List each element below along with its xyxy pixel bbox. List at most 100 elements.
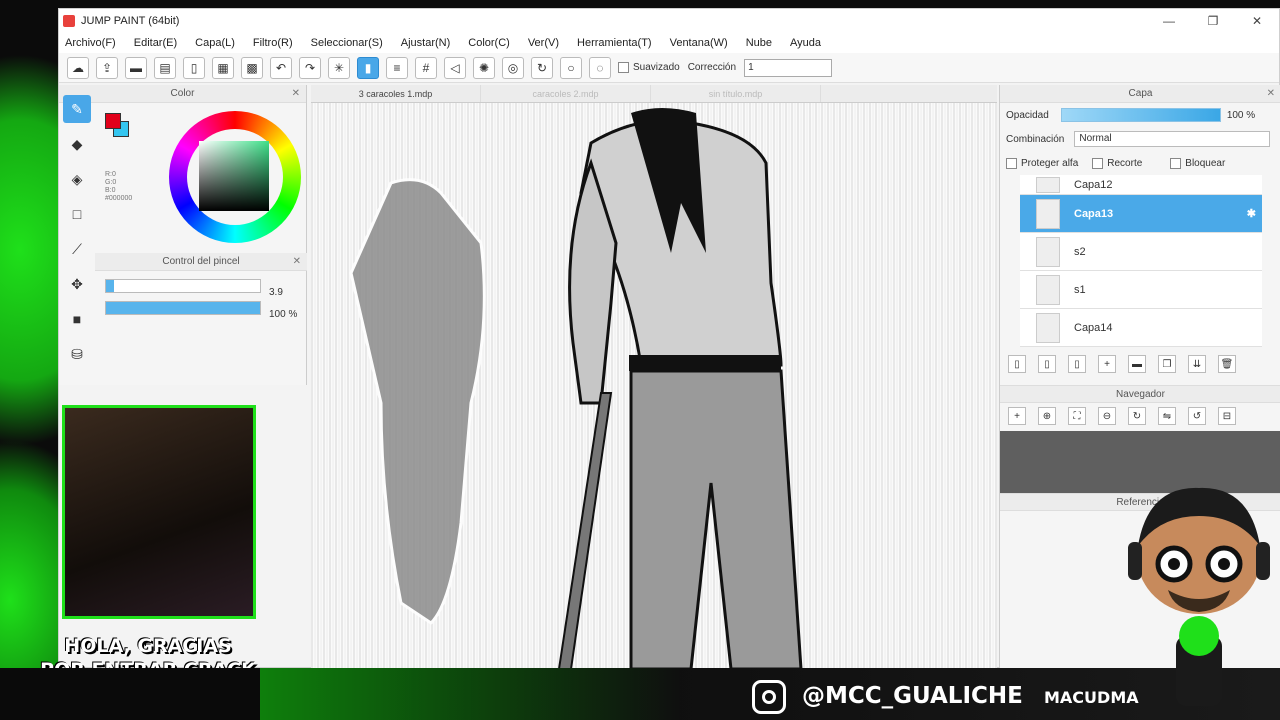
menu-herramienta[interactable]: Herramienta(T) — [577, 37, 652, 49]
folder-icon[interactable]: ▬ — [1128, 355, 1146, 373]
snap-off-icon[interactable]: ▮ — [357, 56, 379, 79]
blend-mode-select[interactable]: Normal — [1074, 131, 1271, 147]
fill-icon[interactable]: ◈ — [63, 165, 91, 193]
clip-checkbox[interactable] — [1092, 157, 1104, 169]
trash-icon[interactable]: 🗑 — [1218, 355, 1236, 373]
panel-icon[interactable]: ▤ — [154, 56, 176, 79]
loading-icon[interactable]: ✳ — [328, 56, 350, 79]
layer-item[interactable]: s2 — [1020, 233, 1262, 271]
tab-document-3[interactable]: sin título.mdp — [651, 85, 821, 102]
page-icon[interactable]: ▯ — [183, 56, 205, 79]
layer-item[interactable]: Capa14 — [1020, 309, 1262, 347]
fit-icon[interactable]: ⛶ — [1068, 407, 1086, 425]
snap-ellipse-icon[interactable]: ○ — [560, 56, 582, 79]
menu-capa[interactable]: Capa(L) — [195, 37, 235, 49]
rotate-reset-icon[interactable]: ↺ — [1188, 407, 1206, 425]
zoom-out-icon[interactable]: ⊖ — [1098, 407, 1116, 425]
zoom-in-icon[interactable]: ⊕ — [1038, 407, 1056, 425]
manga-artwork[interactable] — [311, 103, 997, 669]
suavizado-checkbox[interactable] — [618, 62, 629, 73]
layer-thumbnail — [1036, 312, 1060, 343]
move-icon[interactable]: ✥ — [63, 270, 91, 298]
cloud-icon[interactable]: ☁ — [67, 56, 89, 79]
grid-icon[interactable]: ▩ — [241, 56, 263, 79]
blend-label: Combinación — [1006, 133, 1065, 145]
merge-icon[interactable]: ⇊ — [1188, 355, 1206, 373]
tab-document-1[interactable]: 3 caracoles 1.mdp — [311, 85, 481, 102]
instagram-handle: @MCC_GUALICHE — [802, 683, 1023, 709]
correccion-input[interactable]: 1 — [744, 58, 833, 77]
snap-circle-icon[interactable]: ◎ — [502, 56, 524, 79]
zoom-in-icon[interactable]: + — [1008, 407, 1026, 425]
redo-icon[interactable]: ↷ — [299, 56, 321, 79]
brush-size-slider[interactable] — [105, 279, 261, 293]
export-icon[interactable]: ⇪ — [96, 56, 118, 79]
tab-document-2[interactable]: caracoles 2.mdp — [481, 85, 651, 102]
correccion-label: Corrección — [687, 62, 737, 73]
speech-bubble-icon[interactable]: ▬ — [125, 56, 147, 79]
layer-item-selected[interactable]: Capa13 ✱ — [1020, 195, 1262, 233]
minimize-button[interactable]: — — [1147, 14, 1191, 28]
lock-checkbox[interactable] — [1170, 157, 1182, 169]
layer-item[interactable]: s1 — [1020, 271, 1262, 309]
navigator-preview[interactable] — [1000, 431, 1280, 493]
snap-vanish-icon[interactable]: ◁ — [444, 56, 466, 79]
brush-control-panel: Control del pincel ✕ 3.9 100 % — [95, 253, 307, 320]
snap-grid-icon[interactable]: # — [415, 56, 437, 79]
close-button[interactable]: ✕ — [1235, 14, 1279, 28]
brush-panel-title: Control del pincel ✕ — [95, 253, 307, 271]
navigator-buttons: + ⊕ ⛶ ⊖ ↻ ⇋ ↺ ⊟ — [1000, 403, 1280, 431]
layer-item[interactable]: Capa12 — [1020, 175, 1262, 195]
menu-editar[interactable]: Editar(E) — [134, 37, 177, 49]
close-icon[interactable]: ✕ — [293, 256, 301, 267]
snap-concentric-icon[interactable]: ◌ — [589, 56, 611, 79]
foreground-color-swatch[interactable] — [105, 113, 121, 129]
menu-filtro[interactable]: Filtro(R) — [253, 37, 293, 49]
lock-icon[interactable]: ⊟ — [1218, 407, 1236, 425]
tool-palette: ✎ ◆ ◈ □ ⟋ ✥ ■ ⛁ — [63, 95, 91, 375]
pen-icon[interactable]: ✎ — [63, 95, 91, 123]
menu-archivo[interactable]: Archivo(F) — [65, 37, 116, 49]
undo-icon[interactable]: ↶ — [270, 56, 292, 79]
brush-opacity-slider[interactable] — [105, 301, 261, 315]
instagram-icon — [752, 680, 786, 714]
opacity-row: Opacidad 100 % — [1000, 103, 1280, 127]
snap-parallel-icon[interactable]: ≡ — [386, 56, 408, 79]
menu-seleccionar[interactable]: Seleccionar(S) — [311, 37, 383, 49]
menu-ventana[interactable]: Ventana(W) — [670, 37, 728, 49]
close-icon[interactable]: ✕ — [292, 88, 300, 99]
rotate-icon[interactable]: ↻ — [1128, 407, 1146, 425]
protect-alpha-checkbox[interactable] — [1006, 157, 1017, 169]
canvas-area[interactable]: 3 caracoles 1.mdp caracoles 2.mdp sin tí… — [311, 85, 997, 669]
opacity-label: Opacidad — [1006, 109, 1049, 121]
layer-opacity-slider[interactable] — [1060, 108, 1221, 122]
new-layer-8bit-icon[interactable]: ▯ — [1038, 355, 1056, 373]
menu-color[interactable]: Color(C) — [468, 37, 510, 49]
eraser-icon[interactable]: ◆ — [63, 130, 91, 158]
menu-ayuda[interactable]: Ayuda — [790, 37, 821, 49]
saturation-square[interactable] — [199, 141, 269, 211]
menu-nube[interactable]: Nube — [746, 37, 772, 49]
rectangle-icon[interactable]: □ — [63, 200, 91, 228]
brush-icon[interactable]: ⟋ — [63, 235, 91, 263]
color-wheel[interactable] — [169, 111, 301, 243]
layer-options-row: Proteger alfa Recorte Bloquear — [1000, 151, 1280, 175]
duplicate-icon[interactable]: ❐ — [1158, 355, 1176, 373]
gear-icon[interactable]: ✱ — [1247, 207, 1256, 220]
restore-button[interactable]: ❐ — [1191, 14, 1235, 28]
snap-radial-icon[interactable]: ✺ — [473, 56, 495, 79]
new-layer-icon[interactable]: ▯ — [1008, 355, 1026, 373]
shape-icon[interactable]: ■ — [63, 305, 91, 333]
new-layer-1bit-icon[interactable]: ▯ — [1068, 355, 1086, 373]
color-panel-title-text: Color — [170, 88, 195, 99]
menu-ver[interactable]: Ver(V) — [528, 37, 559, 49]
title-bar: JUMP PAINT (64bit) — ❐ ✕ — [59, 9, 1279, 33]
menu-ajustar[interactable]: Ajustar(N) — [401, 37, 451, 49]
close-icon[interactable]: ✕ — [1267, 88, 1275, 99]
bucket-icon[interactable]: ⛁ — [63, 340, 91, 368]
add-halftone-icon[interactable]: + — [1098, 355, 1116, 373]
flip-icon[interactable]: ⇋ — [1158, 407, 1176, 425]
layer-panel-title-text: Capa — [1128, 88, 1153, 99]
layout-icon[interactable]: ▦ — [212, 56, 234, 79]
snap-curve-icon[interactable]: ↻ — [531, 56, 553, 79]
